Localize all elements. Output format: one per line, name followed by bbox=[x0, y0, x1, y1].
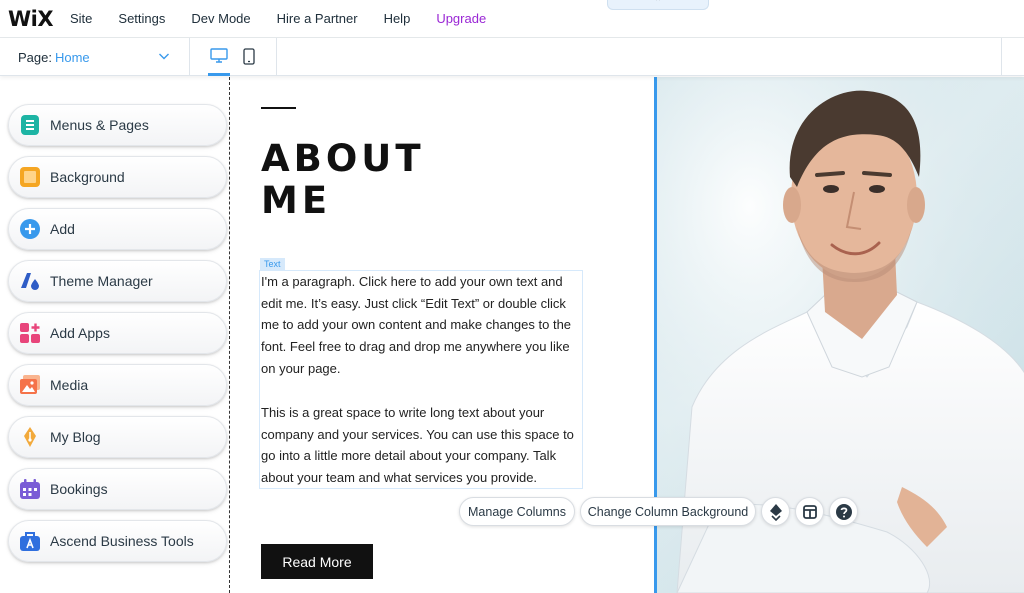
mobile-view-icon[interactable] bbox=[243, 48, 255, 65]
menu-help[interactable]: Help bbox=[384, 11, 411, 26]
element-type-tag: Text bbox=[260, 258, 285, 270]
menu-settings[interactable]: Settings bbox=[118, 11, 165, 26]
tool-label: My Blog bbox=[50, 429, 101, 445]
tool-media[interactable]: Media bbox=[8, 364, 227, 406]
animation-button[interactable] bbox=[761, 497, 790, 526]
tool-add[interactable]: Add bbox=[8, 208, 227, 250]
top-menu-bar: WiX Site Settings Dev Mode Hire a Partne… bbox=[0, 0, 1024, 38]
tool-label: Add Apps bbox=[50, 325, 110, 341]
title-line-2: ME bbox=[261, 179, 332, 222]
layout-button[interactable] bbox=[795, 497, 824, 526]
tool-theme-manager[interactable]: Theme Manager bbox=[8, 260, 227, 302]
tool-label: Menus & Pages bbox=[50, 117, 149, 133]
about-title[interactable]: ABOUT ME bbox=[261, 138, 425, 222]
tool-add-apps[interactable]: Add Apps bbox=[8, 312, 227, 354]
current-page-name: Home bbox=[54, 49, 90, 65]
help-button[interactable] bbox=[829, 497, 858, 526]
media-icon bbox=[20, 375, 40, 394]
add-apps-icon bbox=[20, 323, 40, 343]
menu-upgrade[interactable]: Upgrade bbox=[436, 11, 486, 26]
device-switcher bbox=[190, 38, 277, 76]
section-boundary-dashed-line bbox=[229, 77, 230, 593]
tool-label: Media bbox=[50, 377, 89, 393]
menu-dev-mode[interactable]: Dev Mode bbox=[191, 11, 250, 26]
page-label: Page: bbox=[18, 49, 52, 65]
manage-columns-button[interactable]: Manage Columns bbox=[459, 497, 575, 526]
active-device-indicator bbox=[208, 73, 230, 76]
bookings-calendar-icon bbox=[20, 479, 40, 499]
paragraph-2[interactable]: This is a great space to write long text… bbox=[261, 402, 585, 489]
theme-manager-icon bbox=[21, 273, 39, 290]
chevron-down-icon bbox=[159, 53, 169, 60]
animation-diamond-icon bbox=[769, 503, 782, 521]
title-line-1: ABOUT bbox=[261, 137, 425, 180]
tool-label: Ascend Business Tools bbox=[50, 533, 194, 549]
desktop-view-icon[interactable] bbox=[210, 48, 228, 64]
change-column-background-button[interactable]: Change Column Background bbox=[580, 497, 756, 526]
tool-label: Background bbox=[50, 169, 125, 185]
tool-label: Add bbox=[50, 221, 75, 237]
left-tool-panel: Menus & Pages Background Add Theme Manag… bbox=[0, 77, 230, 593]
menu-hire-a-partner[interactable]: Hire a Partner bbox=[277, 11, 358, 26]
tool-menus-pages[interactable]: Menus & Pages bbox=[8, 104, 227, 146]
collapse-topbar-button[interactable]: ⌃ bbox=[607, 0, 709, 10]
paragraph-1[interactable]: I'm a paragraph. Click here to add your … bbox=[261, 271, 585, 380]
title-accent-line bbox=[261, 107, 296, 109]
page-bar: Page: Home bbox=[0, 38, 1024, 76]
menus-pages-icon bbox=[21, 115, 39, 135]
read-more-button[interactable]: Read More bbox=[261, 544, 373, 579]
wix-logo[interactable]: WiX bbox=[8, 7, 70, 31]
tool-bookings[interactable]: Bookings bbox=[8, 468, 227, 510]
question-mark-icon bbox=[835, 503, 852, 520]
ascend-briefcase-icon bbox=[20, 532, 40, 551]
background-icon bbox=[20, 167, 40, 187]
tool-ascend-business-tools[interactable]: Ascend Business Tools bbox=[8, 520, 227, 562]
chevron-up-icon: ⌃ bbox=[653, 0, 663, 8]
page-selector[interactable]: Page: Home bbox=[0, 38, 190, 76]
menu-site[interactable]: Site bbox=[70, 11, 92, 26]
tool-label: Bookings bbox=[50, 481, 108, 497]
layout-icon bbox=[802, 504, 817, 519]
tool-background[interactable]: Background bbox=[8, 156, 227, 198]
tool-my-blog[interactable]: My Blog bbox=[8, 416, 227, 458]
blog-pen-icon bbox=[24, 427, 36, 447]
add-icon bbox=[20, 219, 40, 239]
tool-label: Theme Manager bbox=[50, 273, 153, 289]
pagebar-divider bbox=[1001, 38, 1002, 76]
